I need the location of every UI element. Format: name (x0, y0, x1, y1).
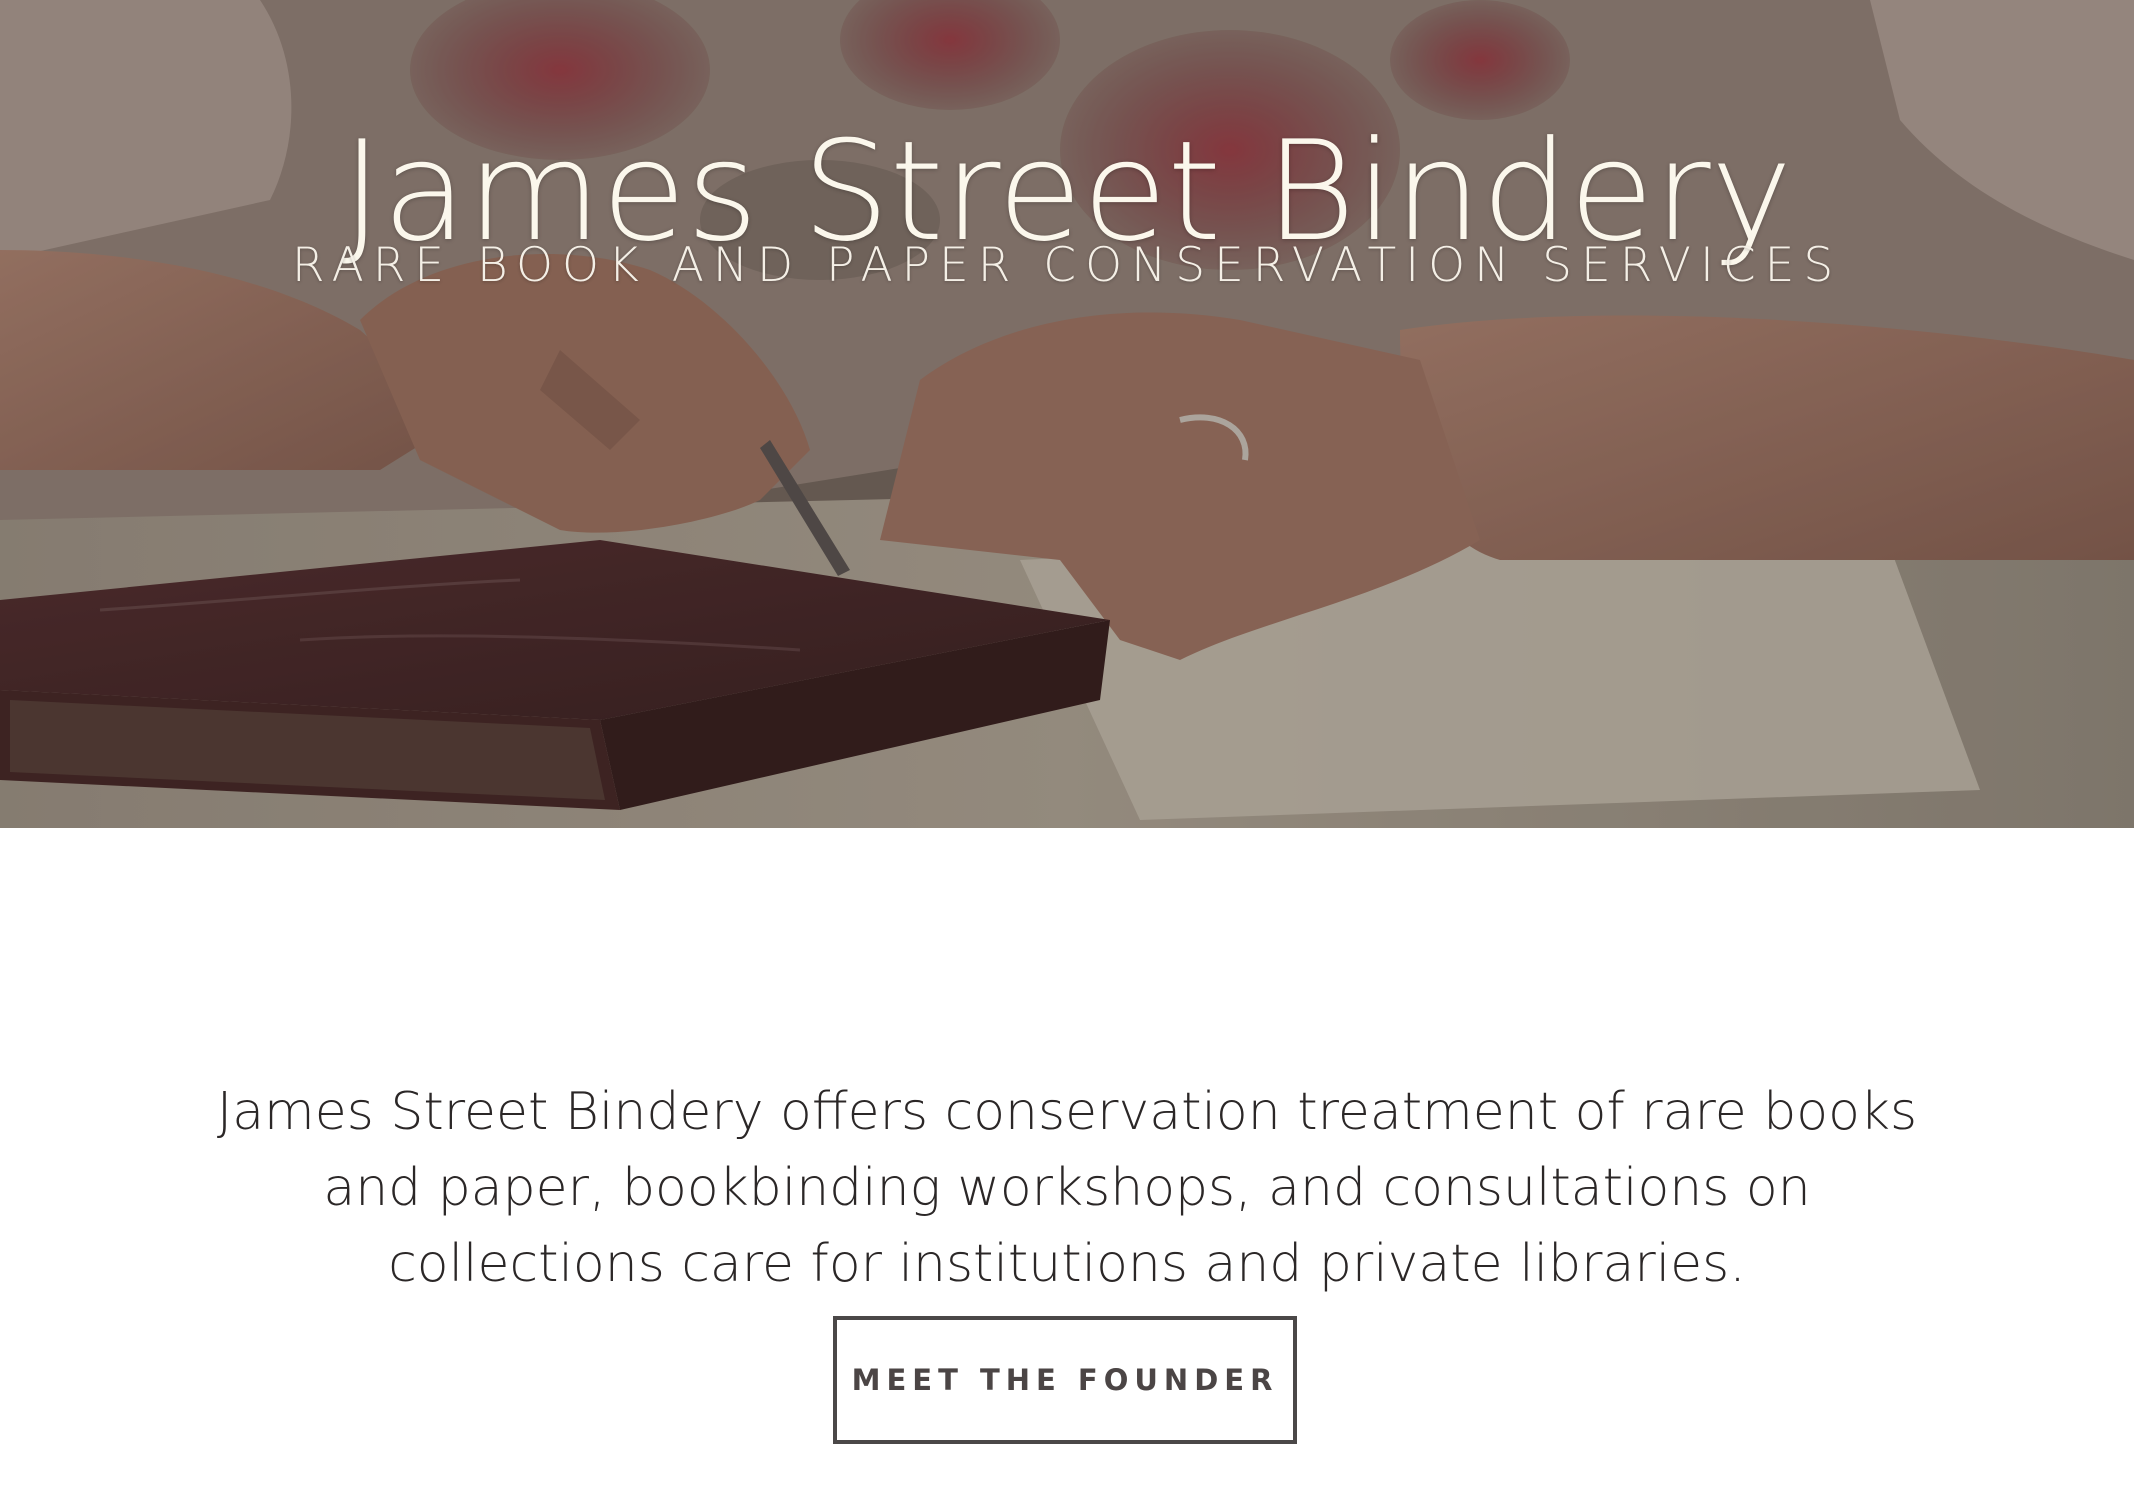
meet-the-founder-button[interactable]: MEET THE FOUNDER (833, 1316, 1297, 1444)
intro-paragraph: James Street Bindery offers conservation… (216, 1082, 1918, 1294)
meet-the-founder-label: MEET THE FOUNDER (851, 1363, 1279, 1397)
page: James Street Bindery RARE BOOK AND PAPER… (0, 0, 2134, 1504)
site-tagline: RARE BOOK AND PAPER CONSERVATION SERVICE… (291, 238, 1843, 293)
hero-banner: James Street Bindery RARE BOOK AND PAPER… (0, 0, 2134, 828)
